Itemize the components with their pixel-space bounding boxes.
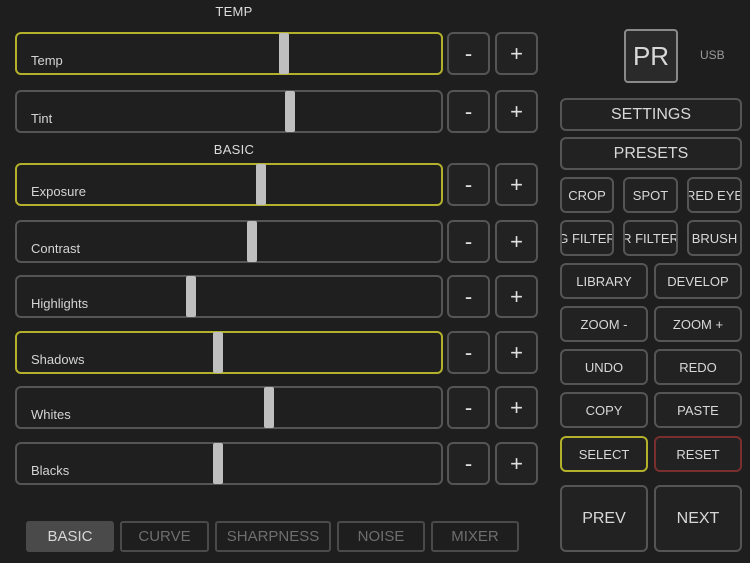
exposure-minus-button[interactable]: -: [447, 163, 490, 206]
tab-basic[interactable]: BASIC: [26, 521, 114, 552]
slider-shadows[interactable]: Shadows: [15, 331, 443, 374]
slider-label: Whites: [31, 407, 71, 422]
slider-highlights[interactable]: Highlights: [15, 275, 443, 318]
next-button[interactable]: NEXT: [654, 485, 742, 552]
slider-thumb[interactable]: [185, 276, 196, 317]
shadows-plus-button[interactable]: +: [495, 331, 538, 374]
slider-thumb[interactable]: [279, 33, 290, 74]
select-button[interactable]: SELECT: [560, 436, 648, 472]
tab-mixer[interactable]: MIXER: [431, 521, 519, 552]
section-title-temp: TEMP: [215, 4, 253, 19]
zoom-in-button[interactable]: ZOOM +: [654, 306, 742, 342]
slider-thumb[interactable]: [213, 332, 224, 373]
slider-thumb[interactable]: [285, 91, 296, 132]
crop-button[interactable]: CROP: [560, 177, 614, 213]
whites-plus-button[interactable]: +: [495, 386, 538, 429]
exposure-plus-button[interactable]: +: [495, 163, 538, 206]
tab-sharpness[interactable]: SHARPNESS: [215, 521, 331, 552]
pr-logo: PR: [624, 29, 678, 83]
shadows-minus-button[interactable]: -: [447, 331, 490, 374]
slider-label: Contrast: [31, 241, 81, 256]
temp-minus-button[interactable]: -: [447, 32, 490, 75]
presets-button[interactable]: PRESETS: [560, 137, 742, 170]
copy-button[interactable]: COPY: [560, 392, 648, 428]
slider-whites[interactable]: Whites: [15, 386, 443, 429]
develop-button[interactable]: DEVELOP: [654, 263, 742, 299]
blacks-minus-button[interactable]: -: [447, 442, 490, 485]
usb-status-label: USB: [700, 48, 725, 62]
temp-plus-button[interactable]: +: [495, 32, 538, 75]
slider-contrast[interactable]: Contrast: [15, 220, 443, 263]
brush-button[interactable]: BRUSH: [687, 220, 742, 256]
tab-curve[interactable]: CURVE: [120, 521, 209, 552]
spot-button[interactable]: SPOT: [623, 177, 678, 213]
slider-exposure[interactable]: Exposure: [15, 163, 443, 206]
highlights-plus-button[interactable]: +: [495, 275, 538, 318]
g-filter-button[interactable]: G FILTER: [560, 220, 614, 256]
slider-label: Shadows: [31, 352, 85, 367]
library-button[interactable]: LIBRARY: [560, 263, 648, 299]
redo-button[interactable]: REDO: [654, 349, 742, 385]
slider-label: Blacks: [31, 463, 70, 478]
reset-button[interactable]: RESET: [654, 436, 742, 472]
slider-thumb[interactable]: [255, 164, 266, 205]
highlights-minus-button[interactable]: -: [447, 275, 490, 318]
red-eye-button[interactable]: RED EYE: [687, 177, 742, 213]
slider-label: Temp: [31, 53, 63, 68]
prev-button[interactable]: PREV: [560, 485, 648, 552]
r-filter-button[interactable]: R FILTER: [623, 220, 678, 256]
tint-plus-button[interactable]: +: [495, 90, 538, 133]
contrast-plus-button[interactable]: +: [495, 220, 538, 263]
slider-thumb[interactable]: [264, 387, 275, 428]
slider-blacks[interactable]: Blacks: [15, 442, 443, 485]
settings-button[interactable]: SETTINGS: [560, 98, 742, 131]
slider-label: Tint: [31, 111, 53, 126]
contrast-minus-button[interactable]: -: [447, 220, 490, 263]
slider-thumb[interactable]: [213, 443, 224, 484]
blacks-plus-button[interactable]: +: [495, 442, 538, 485]
whites-minus-button[interactable]: -: [447, 386, 490, 429]
section-title-basic: BASIC: [213, 142, 255, 157]
paste-button[interactable]: PASTE: [654, 392, 742, 428]
slider-temp[interactable]: Temp: [15, 32, 443, 75]
slider-label: Exposure: [31, 184, 86, 199]
tab-noise[interactable]: NOISE: [337, 521, 425, 552]
slider-tint[interactable]: Tint: [15, 90, 443, 133]
undo-button[interactable]: UNDO: [560, 349, 648, 385]
slider-label: Highlights: [31, 296, 89, 311]
zoom-out-button[interactable]: ZOOM -: [560, 306, 648, 342]
slider-thumb[interactable]: [247, 221, 258, 262]
tint-minus-button[interactable]: -: [447, 90, 490, 133]
